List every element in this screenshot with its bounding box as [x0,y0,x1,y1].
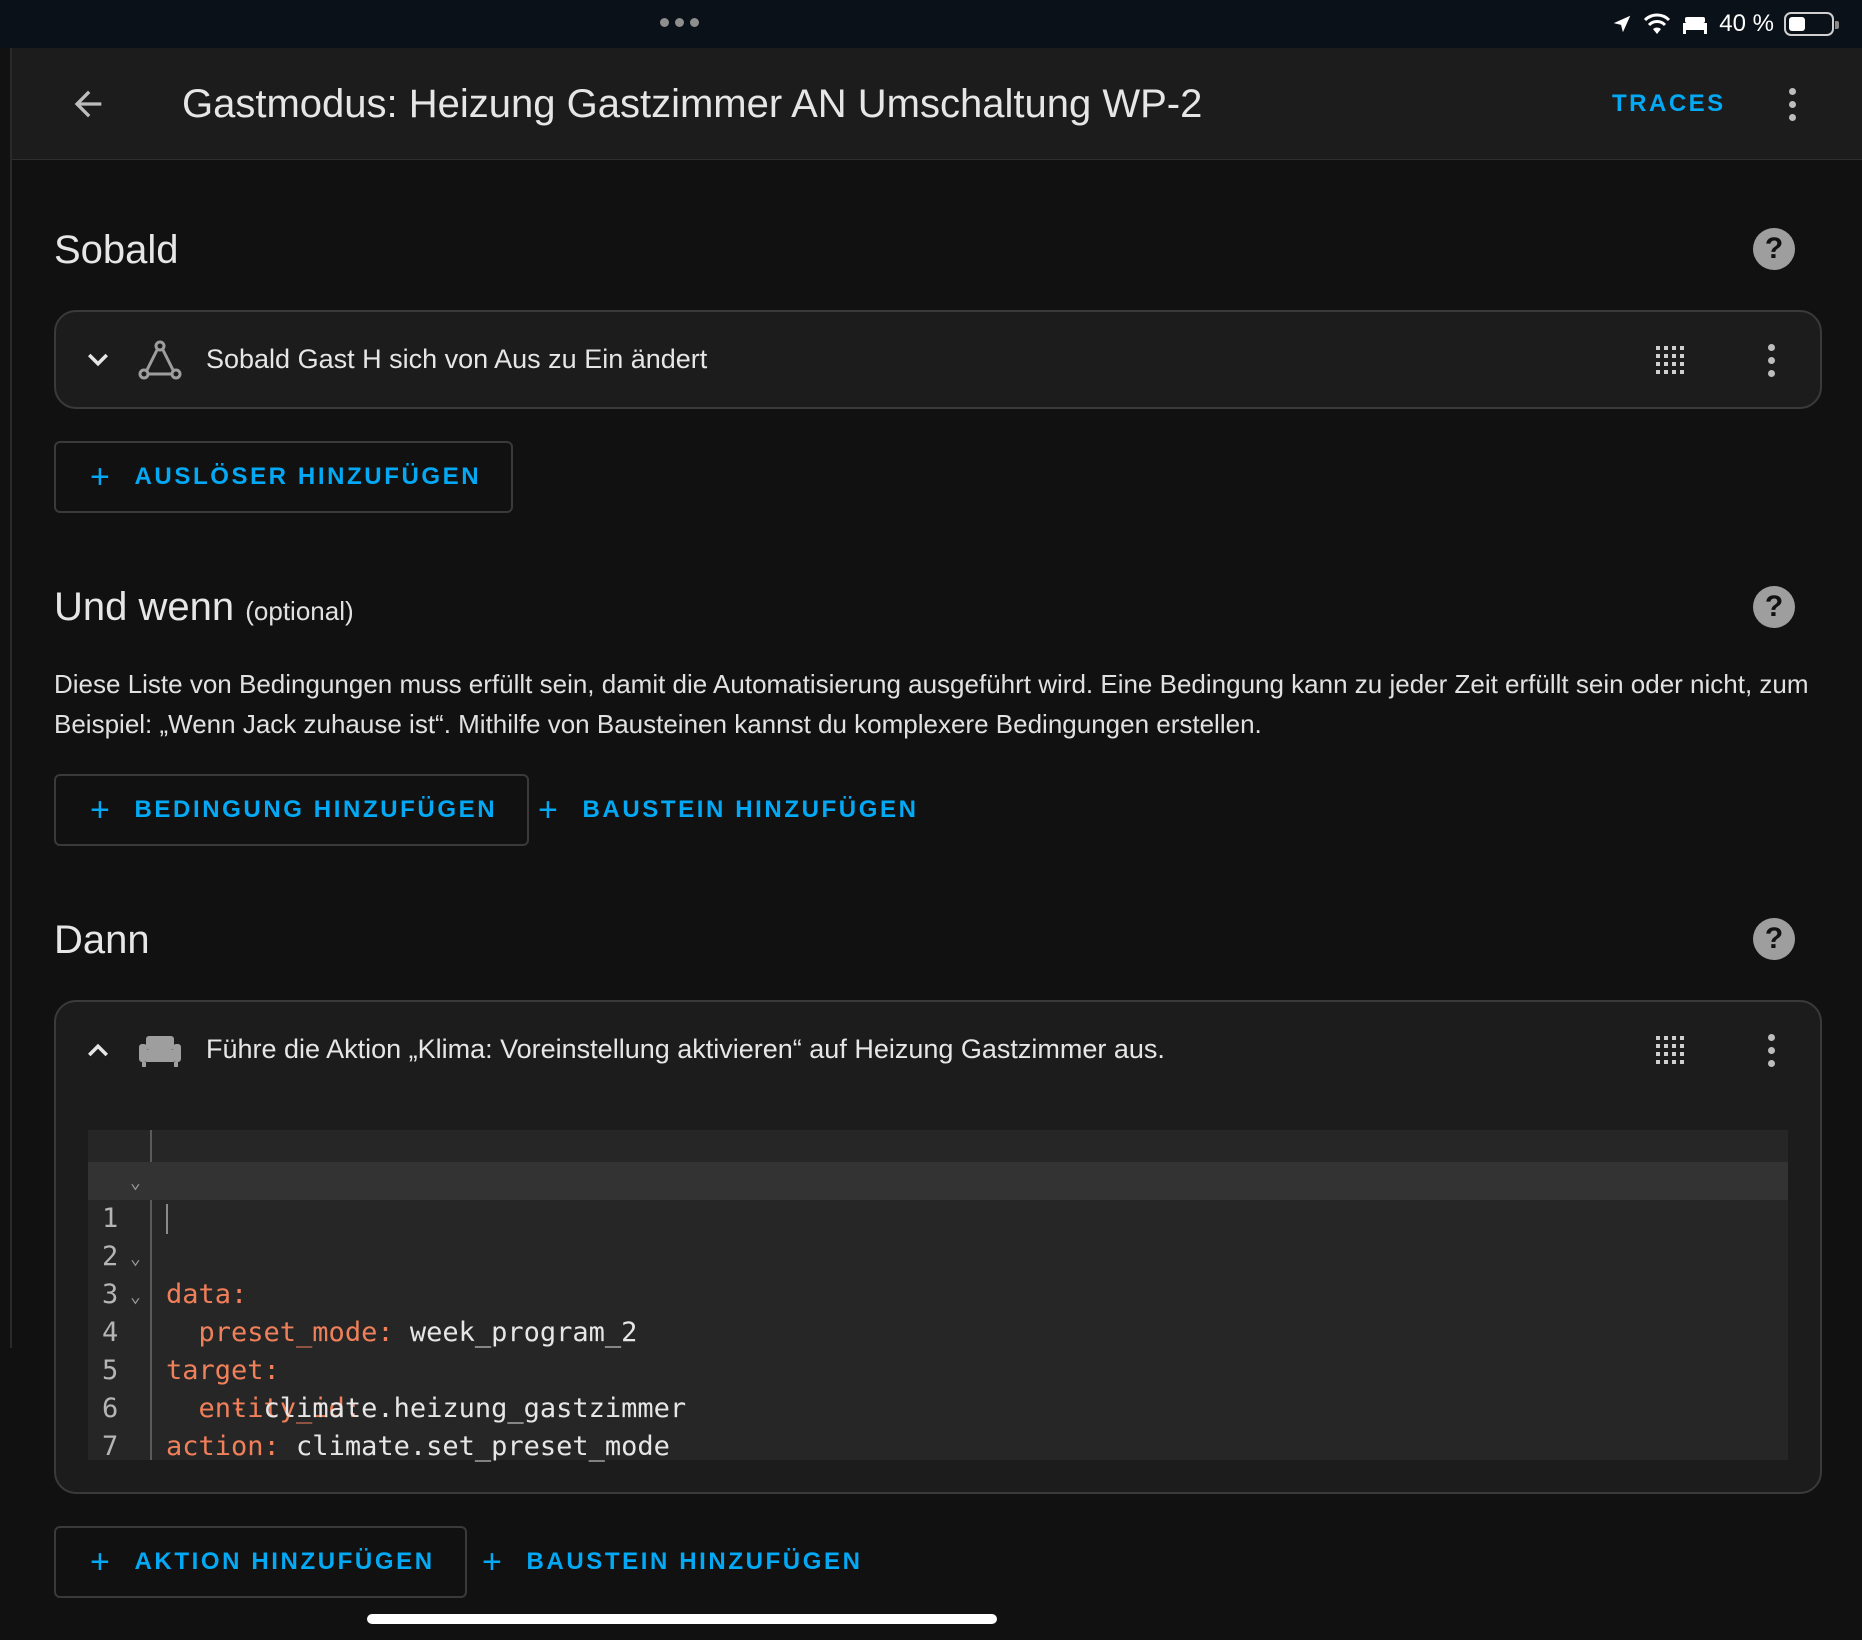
conditions-title: Und wenn (optional) [54,582,354,636]
sidebar-edge [0,48,12,1348]
back-button[interactable] [62,78,114,130]
app-bar: Gastmodus: Heizung Gastzimmer AN Umschal… [12,48,1862,160]
arrow-left-icon [74,90,102,118]
trigger-card: Sobald Gast H sich von Aus zu Ein ändert [54,310,1822,409]
multitasking-dots-icon[interactable] [660,18,699,27]
conditions-description: Diese Liste von Bedingungen muss erfüllt… [54,669,1809,739]
action-row[interactable]: Führe die Aktion „Klima: Voreinstellung … [56,1002,1820,1098]
indent-guide [166,1204,168,1234]
plus-icon: + [90,1543,113,1581]
action-card: Führe die Aktion „Klima: Voreinstellung … [54,1000,1822,1494]
plus-icon: + [90,791,113,829]
code-text: action: climate.set_preset_mode [166,1428,670,1466]
yaml-value: climate.set_preset_mode [279,1431,670,1462]
add-condition-block-label: BAUSTEIN HINZUFÜGEN [582,796,919,823]
action-description: Führe die Aktion „Klima: Voreinstellung … [206,1034,1165,1064]
actions-title: Dann [54,918,150,962]
add-action-block-label: BAUSTEIN HINZUFÜGEN [526,1548,863,1575]
fold-chevron-icon[interactable]: ⌄ [130,1240,141,1278]
state-graph-icon [138,340,182,380]
home-indicator[interactable] [367,1614,997,1624]
triggers-help-icon[interactable]: ? [1753,228,1795,270]
action-menu-button[interactable] [1751,1028,1791,1072]
triggers-title: Sobald [54,228,179,272]
add-condition-button[interactable]: + BEDINGUNG HINZUFÜGEN [54,774,530,846]
add-action-label: AKTION HINZUFÜGEN [134,1548,435,1575]
conditions-help-icon[interactable]: ? [1753,586,1795,628]
code-line: 5 - climate.heizung_gastzimmer [88,1314,1788,1424]
code-line: 4 ⌄ entity_id: [88,1276,1788,1424]
status-bar: 40 % [0,0,1862,48]
code-line: 6 action: climate.set_preset_mode [88,1352,1788,1462]
location-arrow-icon [1614,15,1631,33]
page-title: Gastmodus: Heizung Gastzimmer AN Umschal… [182,82,1203,126]
bed-icon [1683,17,1708,34]
conditions-title-text: Und wenn [54,585,235,629]
plus-icon: + [538,791,561,829]
add-condition-block-button[interactable]: + BAUSTEIN HINZUFÜGEN [538,774,919,846]
code-line: 1 ⌄ data: [88,1162,1788,1310]
drag-handle-icon[interactable] [1656,1036,1684,1064]
optional-label: (optional) [245,596,354,626]
code-line: 7 [88,1390,1788,1462]
add-action-block-button[interactable]: + BAUSTEIN HINZUFÜGEN [482,1526,863,1598]
line-number: 7 [102,1431,119,1462]
plus-icon: + [482,1543,505,1581]
actions-help-icon[interactable]: ? [1753,918,1795,960]
add-condition-label: BEDINGUNG HINZUFÜGEN [134,796,498,823]
status-indicators: 40 % [1611,8,1839,40]
add-trigger-label: AUSLÖSER HINZUFÜGEN [134,463,482,490]
traces-button[interactable]: TRACES [1612,84,1726,124]
sofa-icon [139,1036,181,1067]
wifi-icon [1644,13,1671,34]
trigger-menu-button[interactable] [1751,338,1791,382]
fold-chevron-icon[interactable]: ⌄ [130,1164,141,1202]
trigger-description: Sobald Gast H sich von Aus zu Ein ändert [206,344,708,374]
code-line: 3 ⌄ target: [88,1238,1788,1386]
battery-percent: 40 % [1719,10,1774,37]
battery-icon [1784,12,1839,36]
chevron-down-icon[interactable] [80,342,116,378]
plus-icon: + [90,458,113,496]
code-line: 2 preset_mode: week_program_2 [88,1200,1788,1348]
chevron-up-icon[interactable] [80,1032,116,1068]
yaml-editor[interactable]: 1 ⌄ data: 2 preset_mode: week_program_2 … [88,1130,1788,1462]
add-trigger-button[interactable]: + AUSLÖSER HINZUFÜGEN [54,441,514,513]
fold-chevron-icon[interactable]: ⌄ [130,1278,141,1316]
add-action-button[interactable]: + AKTION HINZUFÜGEN [54,1526,467,1598]
drag-handle-icon[interactable] [1656,346,1684,374]
overflow-menu-button[interactable] [1767,78,1817,130]
trigger-row[interactable]: Sobald Gast H sich von Aus zu Ein ändert [56,312,1820,408]
